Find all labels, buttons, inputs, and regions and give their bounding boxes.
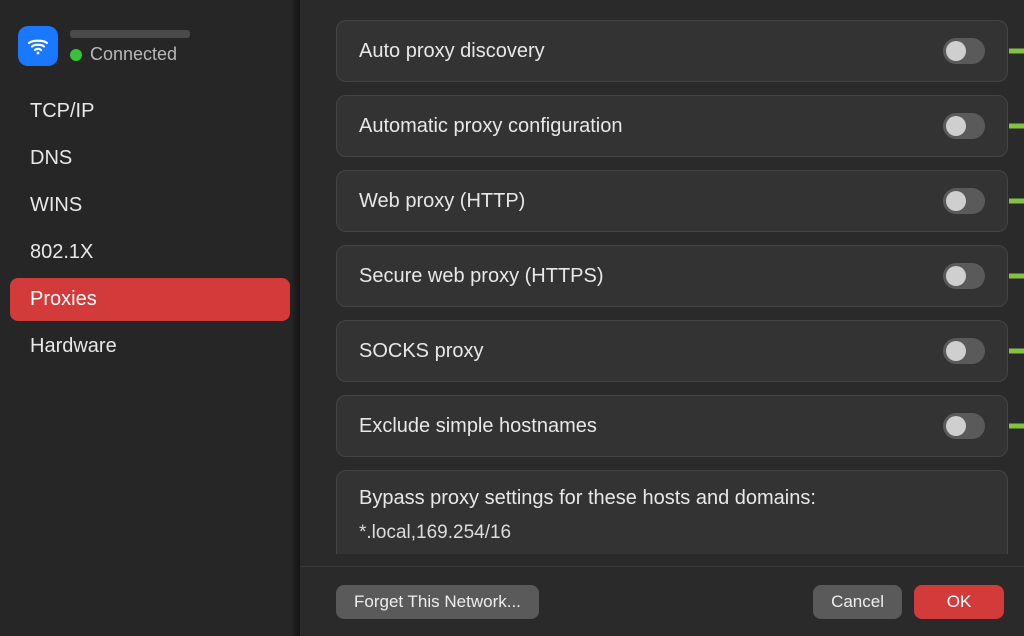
proxy-settings-content: Auto proxy discovery Automatic proxy con… xyxy=(300,0,1024,566)
row-exclude-simple-hostnames: Exclude simple hostnames xyxy=(336,395,1008,457)
annotation-arrow-icon xyxy=(1009,41,1024,61)
row-label: Auto proxy discovery xyxy=(359,40,545,63)
toggle-auto-proxy-discovery[interactable] xyxy=(943,38,985,64)
network-header: Connected xyxy=(0,18,300,88)
cancel-button[interactable]: Cancel xyxy=(813,585,902,619)
proxy-toggle-list: Auto proxy discovery Automatic proxy con… xyxy=(336,20,1008,457)
row-label: SOCKS proxy xyxy=(359,340,483,363)
row-label: Automatic proxy configuration xyxy=(359,115,622,138)
footer: Forget This Network... Cancel OK xyxy=(300,566,1024,636)
sidebar-item-label: WINS xyxy=(30,194,82,216)
status-text: Connected xyxy=(90,44,177,65)
sidebar-item-label: DNS xyxy=(30,147,72,169)
row-auto-proxy-discovery: Auto proxy discovery xyxy=(336,20,1008,82)
sidebar-items: TCP/IP DNS WINS 802.1X Proxies Hardware xyxy=(0,88,300,370)
bypass-panel: Bypass proxy settings for these hosts an… xyxy=(336,470,1008,554)
sidebar-item-proxies[interactable]: Proxies xyxy=(10,278,290,321)
toggle-exclude-simple-hostnames[interactable] xyxy=(943,413,985,439)
toggle-secure-web-proxy-https[interactable] xyxy=(943,263,985,289)
annotation-arrow-icon xyxy=(1009,266,1024,286)
sidebar-item-dns[interactable]: DNS xyxy=(10,137,290,180)
toggle-automatic-proxy-config[interactable] xyxy=(943,113,985,139)
annotation-arrow-icon xyxy=(1009,116,1024,136)
wifi-icon xyxy=(18,26,58,66)
toggle-web-proxy-http[interactable] xyxy=(943,188,985,214)
row-web-proxy-http: Web proxy (HTTP) xyxy=(336,170,1008,232)
row-socks-proxy: SOCKS proxy xyxy=(336,320,1008,382)
network-header-text: Connected xyxy=(70,26,190,65)
forget-network-button[interactable]: Forget This Network... xyxy=(336,585,539,619)
row-label: Web proxy (HTTP) xyxy=(359,190,525,213)
sidebar-item-8021x[interactable]: 802.1X xyxy=(10,231,290,274)
sidebar: Connected TCP/IP DNS WINS 802.1X Proxies… xyxy=(0,0,300,636)
row-automatic-proxy-config: Automatic proxy configuration xyxy=(336,95,1008,157)
main-panel: Auto proxy discovery Automatic proxy con… xyxy=(300,0,1024,636)
row-secure-web-proxy-https: Secure web proxy (HTTPS) xyxy=(336,245,1008,307)
sidebar-item-label: Proxies xyxy=(30,288,97,310)
sidebar-item-tcpip[interactable]: TCP/IP xyxy=(10,90,290,133)
status-dot-icon xyxy=(70,49,82,61)
bypass-value[interactable]: *.local,169.254/16 xyxy=(359,522,985,544)
bypass-title: Bypass proxy settings for these hosts an… xyxy=(359,487,985,510)
annotation-arrow-icon xyxy=(1009,341,1024,361)
sidebar-item-label: TCP/IP xyxy=(30,100,94,122)
ok-button[interactable]: OK xyxy=(914,585,1004,619)
network-name-redacted xyxy=(70,30,190,38)
annotation-arrow-icon xyxy=(1009,416,1024,436)
annotation-arrow-icon xyxy=(1009,191,1024,211)
connection-status: Connected xyxy=(70,44,190,65)
row-label: Secure web proxy (HTTPS) xyxy=(359,265,604,288)
toggle-socks-proxy[interactable] xyxy=(943,338,985,364)
row-label: Exclude simple hostnames xyxy=(359,415,597,438)
sidebar-item-hardware[interactable]: Hardware xyxy=(10,325,290,368)
sidebar-item-label: Hardware xyxy=(30,335,117,357)
sidebar-item-label: 802.1X xyxy=(30,241,93,263)
sidebar-item-wins[interactable]: WINS xyxy=(10,184,290,227)
